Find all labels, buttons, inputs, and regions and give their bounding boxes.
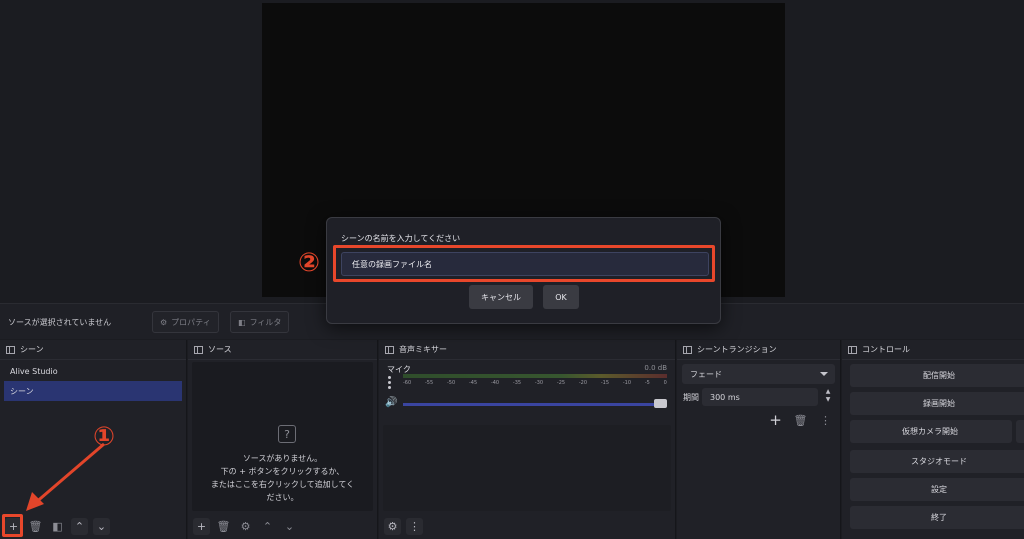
studio-mode-button[interactable]: スタジオモード [850,450,1024,473]
add-source-button[interactable]: + [193,517,210,535]
trash-icon: 🗑 [28,519,43,533]
volume-slider-handle[interactable] [654,399,667,408]
chevron-down-icon: ⌄ [96,519,107,533]
meter-tick-label: -35 [512,380,522,386]
move-source-down-button[interactable]: ⌄ [281,518,298,535]
mixer-level-readout: 0.0 dB [644,364,667,372]
speaker-icon[interactable]: 🔊 [385,397,397,408]
remove-source-button[interactable]: 🗑 [215,518,232,535]
remove-scene-button[interactable]: 🗑 [27,518,44,535]
meter-tick-label: -55 [424,380,434,386]
start-virtual-camera-button[interactable]: 仮想カメラ開始 [850,420,1012,443]
sources-dock: ソース ? ソースがありません。 下の + ボタンをクリックするか、 またはここ… [188,340,378,539]
remove-transition-button[interactable]: 🗑 [792,412,809,429]
annotation-arrow [26,442,105,511]
more-vertical-icon: ⋮ [409,519,420,533]
chevron-down-icon: ⌄ [284,519,295,533]
gear-icon: ⚙ [387,519,398,533]
controls-dock: コントロール 配信開始 録画開始 仮想カメラ開始 スタジオモード 設定 終了 [842,340,1024,539]
mixer-toolbar: ⚙ ⋮ [379,513,675,539]
mixer-channel: マイク 0.0 dB -60 -55 -50 -45 -40 -35 -30 -25 -20 -1… [379,361,675,421]
gear-icon: ⚙ [240,519,251,533]
scene-filters-button[interactable]: ◧ [49,518,66,535]
filters-button[interactable]: ◧ フィルタ [230,311,290,333]
filter-icon: ◧ [52,519,63,533]
start-recording-button[interactable]: 録画開始 [850,392,1024,415]
dock-icon [683,345,692,354]
duration-stepper[interactable]: ▲ ▼ [823,388,833,406]
move-scene-up-button[interactable]: ⌃ [71,517,88,535]
sources-empty-message: ソースがありません。 下の + ボタンをクリックするか、 またはここを右クリック… [210,454,355,502]
annotation-highlight-add-button [2,514,23,537]
chevron-up-icon: ⌃ [262,519,273,533]
chevron-down-icon [820,372,828,376]
meter-tick-label: -5 [644,380,650,386]
ok-button[interactable]: OK [543,285,579,309]
controls-dock-header: コントロール [842,340,1024,360]
dock-icon [6,345,15,354]
virtual-camera-settings-button[interactable] [1016,420,1024,443]
settings-button[interactable]: 設定 [850,478,1024,501]
meter-tick-labels: -60 -55 -50 -45 -40 -35 -30 -25 -20 -15 -10 -5 0 [403,380,667,390]
scene-item-scene[interactable]: シーン [4,381,182,401]
mixer-empty-area [383,425,671,511]
start-streaming-button[interactable]: 配信開始 [850,364,1024,387]
volume-meter [403,374,667,378]
sources-toolbar: + 🗑 ⚙ ⌃ ⌄ [188,513,377,539]
sources-dock-header: ソース [188,340,377,360]
audio-mixer-dock: 音声ミキサー マイク 0.0 dB -60 -55 -50 -45 -40 -35 -30-… [379,340,676,539]
more-vertical-icon: ⋮ [820,414,831,427]
move-source-up-button[interactable]: ⌃ [259,518,276,535]
volume-slider[interactable] [403,403,661,406]
question-icon: ? [278,425,296,443]
scenes-toolbar: + 🗑 ◧ ⌃ ⌄ [0,513,186,539]
no-source-selected-label: ソースが選択されていません [8,318,112,327]
meter-tick-label: -30 [534,380,544,386]
advanced-audio-button[interactable]: ⚙ [384,517,401,535]
mixer-menu-button[interactable]: ⋮ [406,517,423,535]
dock-icon [385,345,394,354]
duration-label: 期間 [683,393,699,402]
transition-select[interactable]: フェード [682,364,835,384]
meter-tick-label: -50 [446,380,456,386]
dock-icon [194,345,203,354]
trash-icon: 🗑 [793,414,808,427]
dock-icon [848,345,857,354]
filter-icon: ◧ [238,317,246,327]
annotation-marker-2: ② [298,248,321,278]
cancel-button[interactable]: キャンセル [469,285,533,309]
meter-tick-label: -60 [403,380,412,386]
trash-icon: 🗑 [216,519,231,533]
meter-tick-label: -10 [622,380,632,386]
channel-menu-icon[interactable] [388,376,391,389]
exit-button[interactable]: 終了 [850,506,1024,529]
properties-button[interactable]: ⚙ プロパティ [152,311,219,333]
source-list[interactable]: ? ソースがありません。 下の + ボタンをクリックするか、 またはここを右クリ… [192,362,373,511]
audio-mixer-dock-header: 音声ミキサー [379,340,675,360]
scene-transitions-dock: シーントランジション フェード 期間 300 ms ▲ ▼ + 🗑 ⋮ [677,340,841,539]
meter-tick-label: -40 [490,380,500,386]
duration-input[interactable]: 300 ms [702,388,818,406]
scene-item-alive-studio[interactable]: Alive Studio [4,361,182,381]
move-scene-down-button[interactable]: ⌄ [93,517,110,535]
meter-tick-label: -25 [556,380,566,386]
meter-tick-label: -15 [600,380,610,386]
plus-icon: + [196,519,207,533]
meter-tick-label: 0 [663,380,667,386]
annotation-highlight-input [333,245,715,282]
scene-transitions-dock-header: シーントランジション [677,340,840,360]
dialog-title: シーンの名前を入力してください [341,234,461,243]
transition-menu-button[interactable]: ⋮ [817,412,834,429]
chevron-up-icon: ⌃ [74,519,85,533]
gear-icon: ⚙ [160,317,168,327]
meter-tick-label: -20 [578,380,588,386]
transition-tools: + 🗑 ⋮ [767,412,834,429]
add-transition-button[interactable]: + [767,412,784,429]
plus-icon: + [769,411,782,429]
source-properties-button[interactable]: ⚙ [237,518,254,535]
scenes-dock-header: シーン [0,340,186,360]
meter-tick-label: -45 [468,380,478,386]
